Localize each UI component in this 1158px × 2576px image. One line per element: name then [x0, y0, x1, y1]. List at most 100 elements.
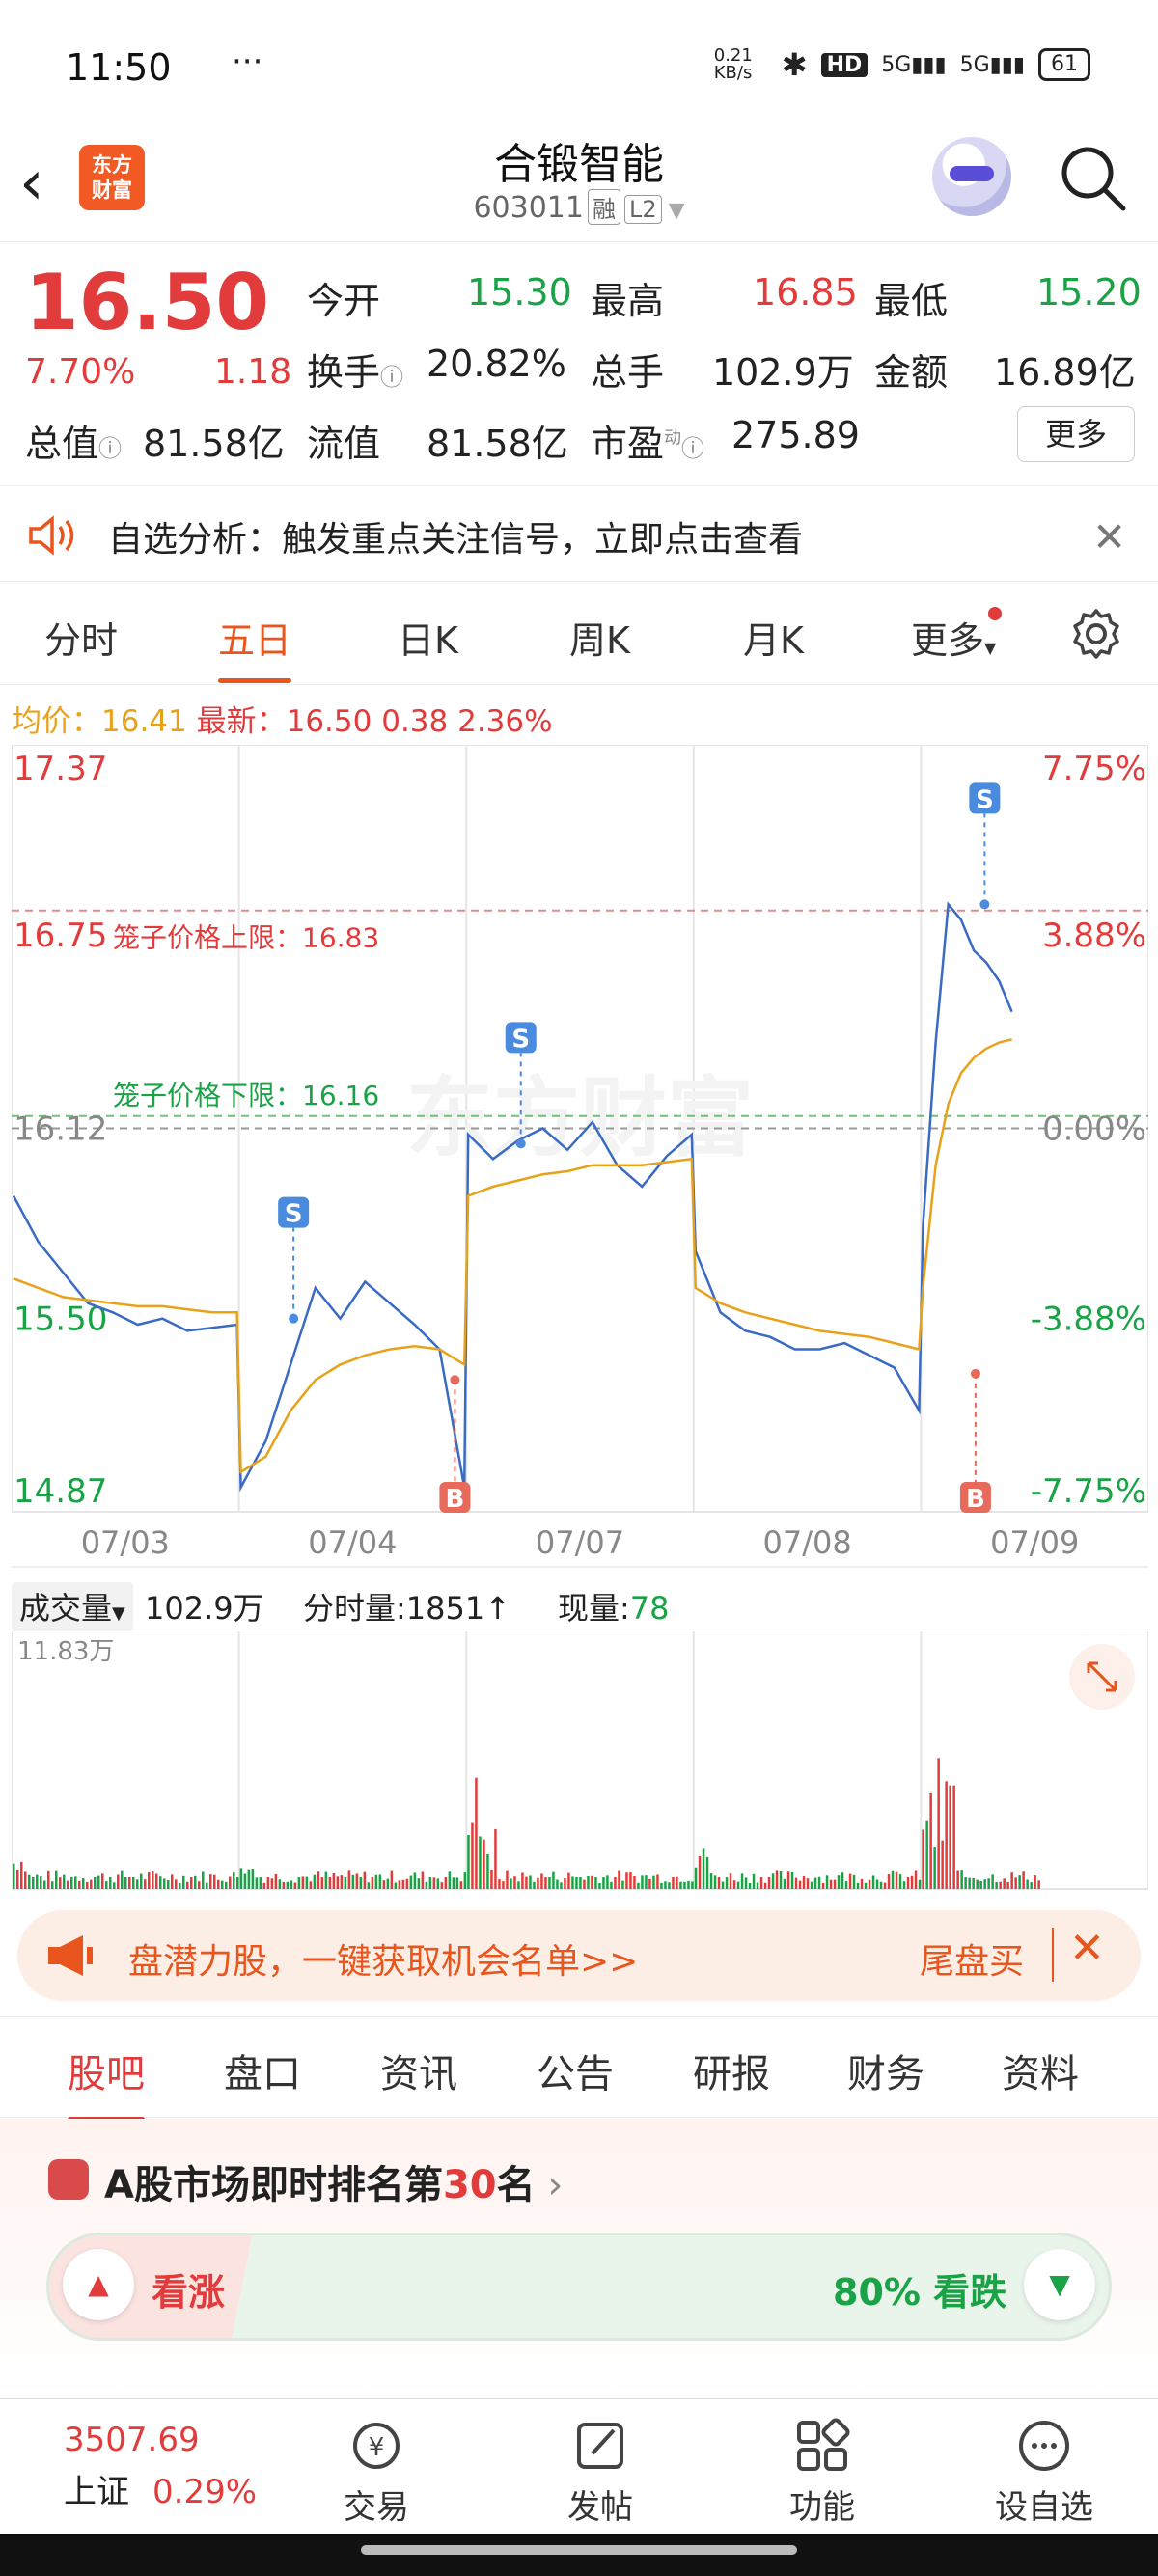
nav-trade[interactable]: ¥ 交易: [318, 2417, 434, 2528]
signal-point: [979, 899, 990, 910]
volume-bar: [405, 1878, 409, 1889]
upper-cage-label: 笼子价格上限：16.83: [113, 922, 379, 954]
volume-bar: [452, 1877, 455, 1889]
index-value: 3507.69: [64, 2421, 200, 2459]
volume-bar: [748, 1882, 752, 1889]
volume-bar: [340, 1875, 344, 1889]
volume-bar: [67, 1880, 69, 1889]
tab-forum[interactable]: 股吧: [68, 2042, 145, 2122]
volume-bar: [705, 1856, 709, 1889]
tab-monthly-k[interactable]: 月K: [743, 611, 804, 664]
y-axis-label-right: 3.88%: [1042, 917, 1146, 955]
tab-announcements[interactable]: 公告: [537, 2042, 614, 2098]
five-day-price-chart[interactable]: 东方财富 笼子价格上限：16.83 笼子价格下限：16.16 17.37 16.75 16…: [12, 745, 1148, 1575]
settings-gear-icon[interactable]: [1069, 607, 1123, 661]
volume-bar: [621, 1880, 624, 1889]
volume-bar: [113, 1882, 116, 1889]
volume-bar: [571, 1876, 574, 1889]
tab-weekly-k[interactable]: 周K: [569, 611, 630, 664]
volume-bar: [906, 1876, 910, 1889]
volume-bar: [525, 1876, 528, 1889]
analysis-banner[interactable]: 自选分析：触发重点关注信号，立即点击查看 ✕: [0, 485, 1158, 582]
tab-news[interactable]: 资讯: [380, 2042, 457, 2098]
volume-bar: [779, 1870, 783, 1889]
nav-add-watchlist[interactable]: 设自选: [986, 2417, 1102, 2528]
bullish-button[interactable]: ▲: [63, 2249, 134, 2320]
volume-bar: [540, 1873, 543, 1889]
tab-more[interactable]: 更多▼: [911, 607, 1003, 664]
volume-bar: [949, 1785, 951, 1889]
volume-bar: [70, 1877, 73, 1889]
home-indicator[interactable]: [361, 2545, 797, 2555]
volume-bar: [440, 1882, 444, 1889]
tab-daily-k[interactable]: 日K: [398, 611, 458, 664]
volume-bar: [175, 1879, 178, 1889]
volume-bar: [740, 1873, 744, 1889]
info-icon[interactable]: ⓘ: [681, 435, 704, 462]
status-icons: 0.21 KB/s ✱ HD 5G▮▮▮ 5G▮▮▮ 61: [714, 46, 1090, 83]
volume-bar: [790, 1871, 794, 1889]
tab-research[interactable]: 研报: [693, 2042, 770, 2098]
volume-bar: [668, 1882, 671, 1889]
bearish-button[interactable]: ▼: [1024, 2249, 1095, 2320]
tab-intraday[interactable]: 分时: [44, 611, 118, 664]
volume-bar: [933, 1847, 936, 1889]
volume-bar: [247, 1869, 251, 1889]
volume-bar: [713, 1875, 717, 1889]
x-axis-label: 07/08: [762, 1524, 851, 1561]
high-label: 最高: [591, 280, 665, 322]
ranking-section: A股市场即时排名第30名 › ▲ 看涨 80% 看跌 ▼: [0, 2119, 1158, 2398]
volume-bar: [583, 1879, 586, 1889]
nav-post-label: 发帖: [567, 2488, 633, 2527]
info-icon[interactable]: ⓘ: [98, 435, 122, 462]
close-icon[interactable]: ✕: [1069, 1924, 1105, 1973]
volume-bar: [676, 1876, 678, 1889]
pe-value: 275.89: [731, 414, 860, 456]
info-icon[interactable]: ⓘ: [380, 364, 403, 391]
volume-bar: [575, 1877, 578, 1889]
change-percent: 7.70%: [25, 352, 136, 392]
volume-bar: [502, 1881, 505, 1889]
volume-bar: [914, 1870, 918, 1889]
current-price: 16.50: [25, 258, 270, 347]
volume-bar: [952, 1785, 955, 1889]
signal-label-1: 5G: [881, 52, 912, 77]
y-axis-label-right: 0.00%: [1042, 1110, 1146, 1149]
search-icon[interactable]: [1058, 143, 1127, 212]
ranking-text[interactable]: A股市场即时排名第30名 ›: [104, 2153, 563, 2209]
tab-orderbook[interactable]: 盘口: [224, 2042, 301, 2098]
more-button[interactable]: 更多: [1017, 406, 1135, 462]
volume-bar: [63, 1874, 66, 1889]
tab-financials[interactable]: 财务: [847, 2042, 924, 2098]
y-axis-label-left: 16.75: [14, 917, 107, 955]
assistant-robot-icon[interactable]: [932, 137, 1011, 216]
volume-bar: [413, 1872, 417, 1889]
volume-bar: [213, 1874, 216, 1889]
volume-bar: [344, 1877, 347, 1889]
bluetooth-icon: ✱: [781, 46, 808, 83]
volume-bar: [567, 1872, 570, 1889]
volume-bar: [243, 1873, 247, 1889]
volume-bar: [479, 1836, 482, 1889]
volume-bar: [732, 1880, 736, 1889]
volume-bar: [614, 1877, 617, 1889]
volume-bar: [55, 1870, 58, 1889]
volume-bar: [274, 1873, 278, 1889]
index-ticker[interactable]: 3507.69 上证 0.29%: [64, 2421, 257, 2512]
nav-functions[interactable]: 功能: [764, 2417, 880, 2528]
volume-bar: [97, 1875, 100, 1889]
promo-banner[interactable]: 盘潜力股，一键获取机会名单>> 尾盘买 ✕: [17, 1910, 1141, 2001]
close-icon[interactable]: ✕: [1092, 513, 1126, 561]
volume-bar: [976, 1879, 979, 1889]
tab-profile[interactable]: 资料: [1002, 2042, 1079, 2098]
volume-chart[interactable]: 11.83万: [12, 1631, 1148, 1893]
volume-bar: [756, 1882, 759, 1889]
volume-selector[interactable]: 成交量▼: [12, 1582, 133, 1631]
tab-five-day[interactable]: 五日: [218, 611, 292, 683]
latest-label: 最新：: [196, 704, 287, 739]
y-axis-label-right: -7.75%: [1031, 1472, 1146, 1511]
index-name: 上证: [64, 2473, 129, 2511]
volume-bar: [155, 1873, 158, 1889]
nav-post[interactable]: 发帖: [542, 2417, 658, 2528]
volume-bar: [394, 1882, 398, 1889]
